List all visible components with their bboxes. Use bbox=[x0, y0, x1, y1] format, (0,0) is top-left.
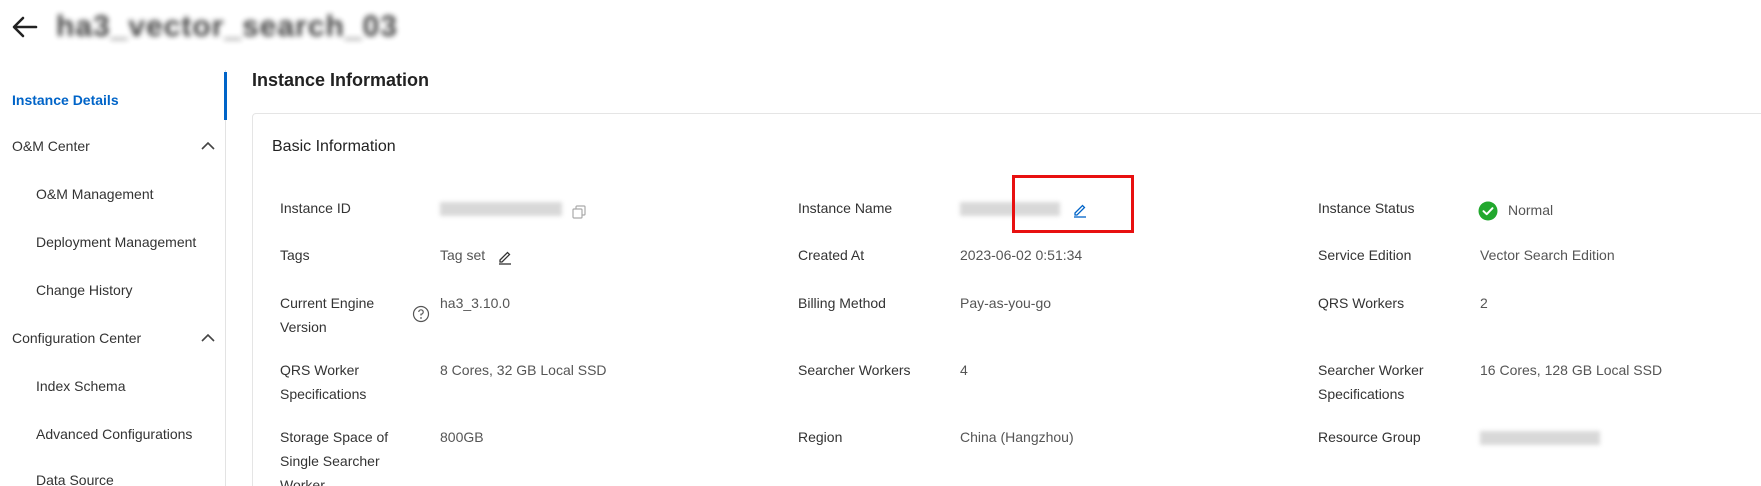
sidebar: Instance Details O&M Center O&M Manageme… bbox=[0, 70, 226, 486]
sidebar-item-om-center[interactable]: O&M Center bbox=[0, 128, 226, 164]
check-circle-icon bbox=[1478, 201, 1498, 221]
resource-group-label: Resource Group bbox=[1318, 429, 1421, 445]
sidebar-item-label: O&M Center bbox=[12, 138, 90, 154]
storage-space-label: Storage Space of Single Searcher Worker bbox=[280, 429, 389, 486]
sidebar-item-label: Change History bbox=[36, 282, 133, 298]
section-title: Instance Information bbox=[252, 70, 430, 90]
qrs-worker-specs-value: 8 Cores, 32 GB Local SSD bbox=[440, 362, 607, 378]
searcher-workers-value: 4 bbox=[960, 362, 968, 378]
instance-name-label: Instance Name bbox=[798, 200, 893, 216]
sidebar-item-label: Configuration Center bbox=[12, 330, 142, 346]
redacted-mask bbox=[1480, 431, 1600, 446]
page: ha3_vector_search_03 Instance Details O&… bbox=[0, 0, 1761, 486]
instance-id-value bbox=[440, 196, 586, 220]
qrs-workers-value: 2 bbox=[1480, 295, 1488, 311]
redacted-mask bbox=[960, 202, 1060, 217]
tags-label: Tags bbox=[280, 247, 310, 263]
region-value: China (Hangzhou) bbox=[960, 429, 1074, 445]
chevron-up-icon[interactable] bbox=[200, 138, 216, 154]
sidebar-active-indicator bbox=[224, 72, 227, 120]
page-title: ha3_vector_search_03 bbox=[56, 10, 398, 43]
created-at-value: 2023-06-02 0:51:34 bbox=[960, 247, 1083, 263]
instance-name-value bbox=[960, 196, 1088, 220]
qrs-worker-specs-label: QRS Worker Specifications bbox=[280, 362, 367, 402]
sidebar-item-deployment-management[interactable]: Deployment Management bbox=[0, 224, 226, 260]
sidebar-item-change-history[interactable]: Change History bbox=[0, 272, 226, 308]
sidebar-item-label: Instance Details bbox=[12, 92, 119, 108]
service-edition-label: Service Edition bbox=[1318, 247, 1412, 263]
region-label: Region bbox=[798, 429, 843, 445]
redacted-mask bbox=[440, 202, 562, 217]
engine-version-value: ha3_3.10.0 bbox=[440, 295, 511, 311]
resource-group-value bbox=[1480, 425, 1600, 449]
sidebar-item-instance-details[interactable]: Instance Details bbox=[0, 82, 226, 118]
card-title: Basic Information bbox=[272, 138, 396, 155]
edit-tags-pencil-icon[interactable] bbox=[497, 248, 513, 265]
instance-id-label: Instance ID bbox=[280, 200, 351, 216]
searcher-worker-specs-label: Searcher Worker Specifications bbox=[1318, 362, 1424, 402]
sidebar-item-label: Index Schema bbox=[36, 378, 126, 394]
back-arrow-icon[interactable] bbox=[10, 12, 40, 42]
sidebar-item-advanced-configurations[interactable]: Advanced Configurations bbox=[0, 416, 226, 452]
sidebar-item-label: Data Source bbox=[36, 472, 114, 486]
searcher-worker-specs-value: 16 Cores, 128 GB Local SSD bbox=[1480, 362, 1663, 378]
sidebar-item-configuration-center[interactable]: Configuration Center bbox=[0, 320, 226, 356]
storage-space-value: 800GB bbox=[440, 429, 484, 445]
qrs-workers-label: QRS Workers bbox=[1318, 295, 1405, 311]
question-circle-icon[interactable] bbox=[412, 305, 430, 323]
sidebar-item-data-source[interactable]: Data Source bbox=[0, 462, 226, 486]
billing-method-label: Billing Method bbox=[798, 295, 886, 311]
sidebar-item-label: Deployment Management bbox=[36, 234, 197, 250]
instance-status-label: Instance Status bbox=[1318, 200, 1415, 216]
instance-status-value: Normal bbox=[1508, 202, 1554, 218]
searcher-workers-label: Searcher Workers bbox=[798, 362, 911, 378]
tags-value: Tag set bbox=[440, 243, 513, 267]
sidebar-item-label: Advanced Configurations bbox=[36, 426, 193, 442]
sidebar-item-om-management[interactable]: O&M Management bbox=[0, 176, 226, 212]
created-at-label: Created At bbox=[798, 247, 865, 263]
service-edition-value: Vector Search Edition bbox=[1480, 247, 1615, 263]
edit-name-pencil-icon[interactable] bbox=[1072, 201, 1088, 218]
sidebar-item-index-schema[interactable]: Index Schema bbox=[0, 368, 226, 404]
copy-icon[interactable] bbox=[572, 202, 586, 219]
sidebar-item-label: O&M Management bbox=[36, 186, 154, 202]
engine-version-label: Current Engine Version bbox=[280, 295, 375, 335]
billing-method-value: Pay-as-you-go bbox=[960, 295, 1052, 311]
chevron-up-icon[interactable] bbox=[200, 330, 216, 346]
